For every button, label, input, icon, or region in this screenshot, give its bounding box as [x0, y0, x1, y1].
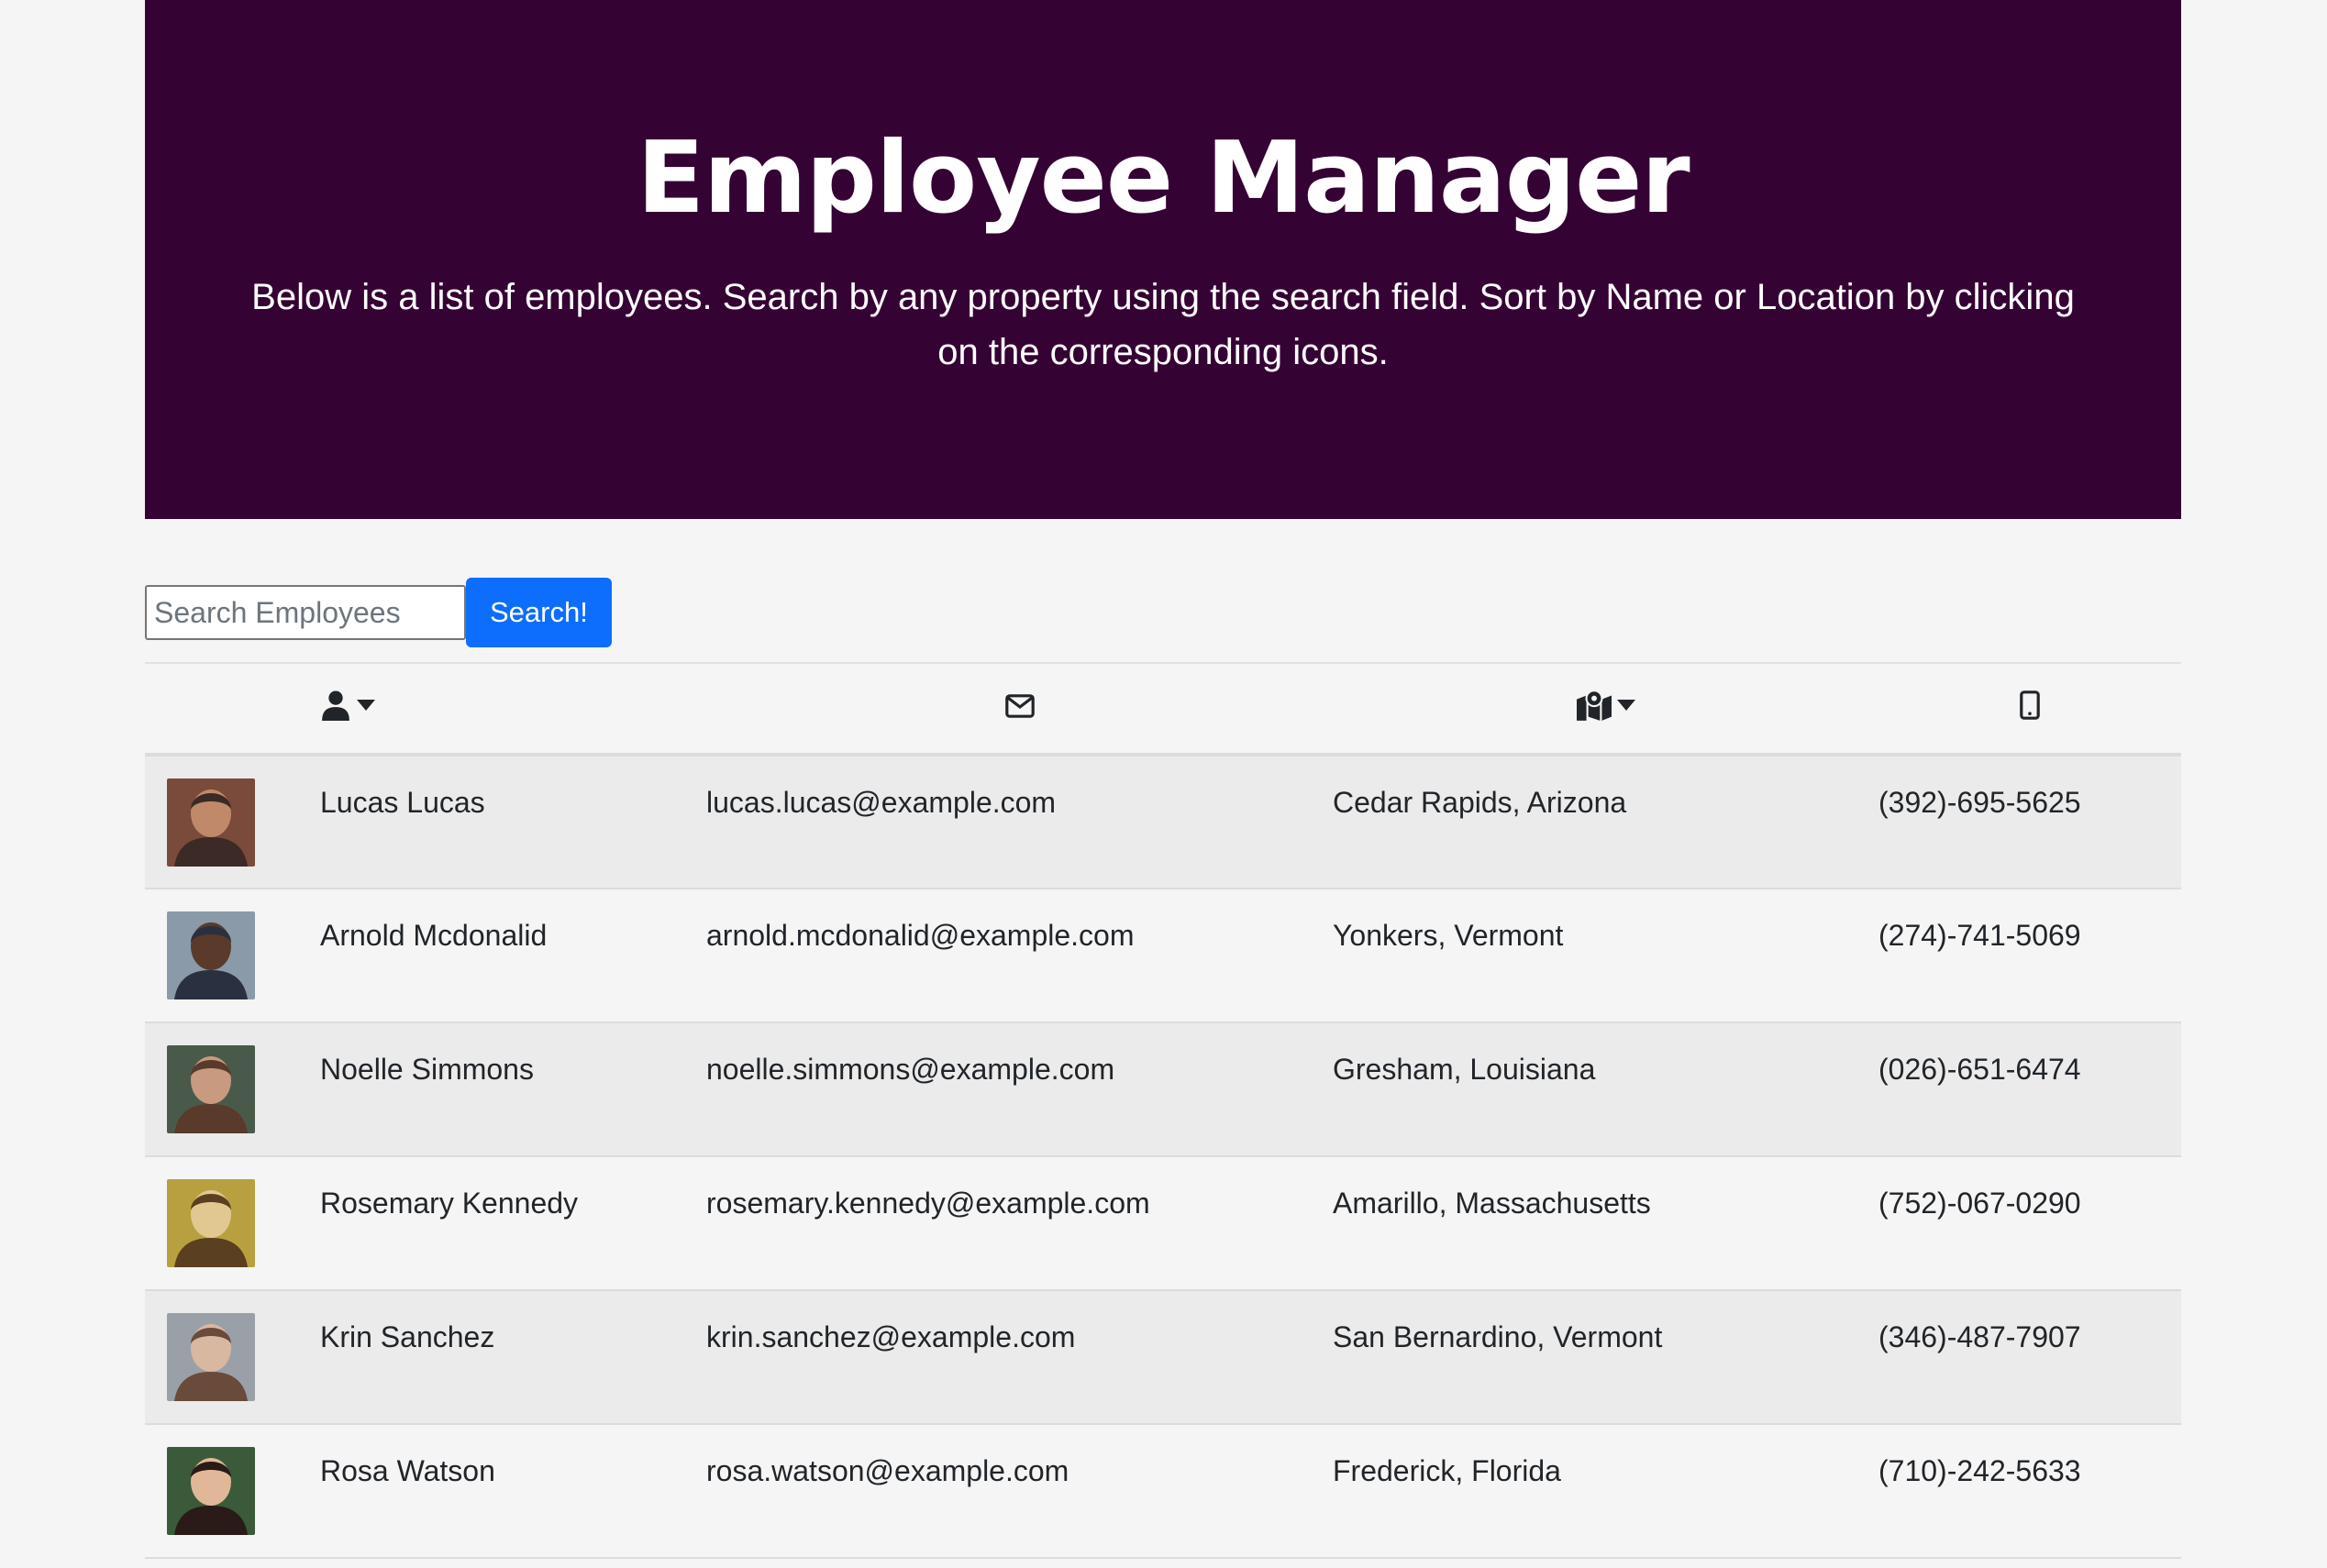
employee-name: Noelle Simmons: [320, 1053, 534, 1086]
sort-name-button[interactable]: [320, 690, 375, 721]
employee-email: arnold.mcdonalid@example.com: [706, 919, 1135, 952]
avatar-cell: [145, 1290, 320, 1424]
employee-phone: (346)-487-7907: [1878, 1320, 2081, 1353]
avatar: [167, 1447, 255, 1535]
avatar-cell: [145, 889, 320, 1022]
caret-down-icon: [357, 699, 375, 711]
avatar-cell: [145, 755, 320, 889]
search-button[interactable]: Search!: [466, 578, 612, 647]
table-row: Rosemary Kennedy rosemary.kennedy@example…: [145, 1156, 2181, 1290]
mobile-phone-icon: [2020, 690, 2040, 720]
header-location[interactable]: [1333, 663, 1878, 755]
employee-name: Krin Sanchez: [320, 1320, 495, 1353]
table-header: [145, 663, 2181, 755]
header-email: [706, 663, 1333, 755]
avatar: [167, 1045, 255, 1133]
map-location-icon: [1576, 689, 1612, 721]
employee-phone: (392)-695-5625: [1878, 786, 2081, 819]
employee-location: Yonkers, Vermont: [1333, 919, 1564, 952]
search-input[interactable]: [145, 585, 466, 640]
employee-location: Gresham, Louisiana: [1333, 1053, 1596, 1086]
sort-location-button[interactable]: [1576, 689, 1635, 721]
header-name[interactable]: [320, 663, 706, 755]
envelope-icon: [1004, 694, 1035, 718]
employee-email: rosemary.kennedy@example.com: [706, 1187, 1150, 1220]
avatar: [167, 778, 255, 867]
avatar-cell: [145, 1022, 320, 1156]
search-bar: Search!: [145, 578, 2181, 647]
employee-name: Lucas Lucas: [320, 786, 485, 819]
table-row: Arnold Mcdonalid arnold.mcdonalid@example…: [145, 889, 2181, 1022]
avatar-cell: [145, 1156, 320, 1290]
table-row: Rosa Watson rosa.watson@example.com Freder…: [145, 1424, 2181, 1558]
header-banner: Employee Manager Below is a list of empl…: [145, 0, 2181, 519]
employee-email: rosa.watson@example.com: [706, 1454, 1069, 1487]
employee-phone: (752)-067-0290: [1878, 1187, 2081, 1220]
header-image: [145, 663, 320, 755]
table-body: Lucas Lucas lucas.lucas@example.com Cedar …: [145, 755, 2181, 1558]
employee-location: Amarillo, Massachusetts: [1333, 1187, 1651, 1220]
employee-table: Lucas Lucas lucas.lucas@example.com Cedar …: [145, 662, 2181, 1559]
page-container: Employee Manager Below is a list of empl…: [145, 0, 2181, 1559]
table-header-row: [145, 663, 2181, 755]
avatar: [167, 1179, 255, 1267]
employee-name: Rosemary Kennedy: [320, 1187, 579, 1220]
header-phone: [1878, 663, 2181, 755]
employee-phone: (710)-242-5633: [1878, 1454, 2081, 1487]
employee-email: noelle.simmons@example.com: [706, 1053, 1115, 1086]
employee-phone: (026)-651-6474: [1878, 1053, 2081, 1086]
employee-location: Cedar Rapids, Arizona: [1333, 786, 1627, 819]
employee-name: Arnold Mcdonalid: [320, 919, 548, 952]
employee-name: Rosa Watson: [320, 1454, 495, 1487]
employee-email: krin.sanchez@example.com: [706, 1320, 1076, 1353]
avatar: [167, 911, 255, 999]
table-row: Noelle Simmons noelle.simmons@example.com…: [145, 1022, 2181, 1156]
employee-phone: (274)-741-5069: [1878, 919, 2081, 952]
employee-email: lucas.lucas@example.com: [706, 786, 1057, 819]
table-row: Krin Sanchez krin.sanchez@example.com San …: [145, 1290, 2181, 1424]
user-icon: [322, 690, 349, 721]
page-title: Employee Manager: [637, 121, 1690, 236]
table-row: Lucas Lucas lucas.lucas@example.com Cedar …: [145, 755, 2181, 889]
employee-location: Frederick, Florida: [1333, 1454, 1561, 1487]
avatar-cell: [145, 1424, 320, 1558]
employee-location: San Bernardino, Vermont: [1333, 1320, 1663, 1353]
avatar: [167, 1313, 255, 1401]
page-description: Below is a list of employees. Search by …: [251, 277, 2075, 372]
caret-down-icon: [1616, 699, 1635, 711]
